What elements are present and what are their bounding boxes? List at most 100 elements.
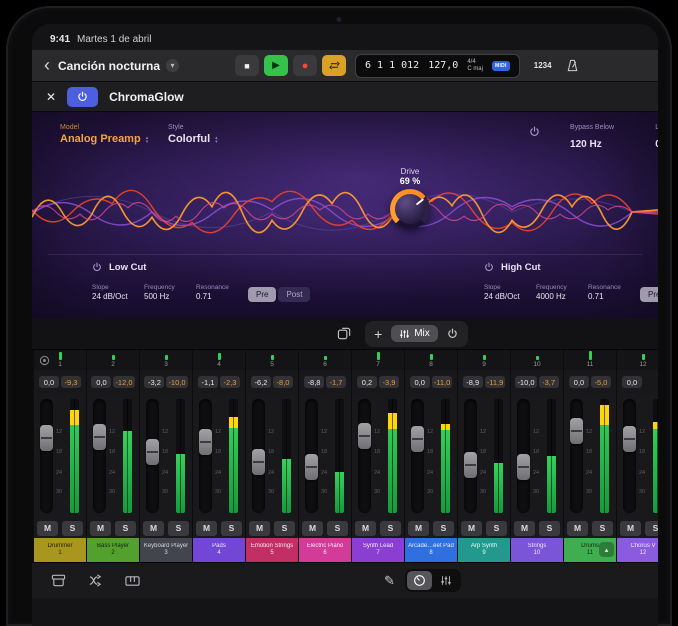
fader-thumb[interactable] xyxy=(464,452,477,478)
volume-value[interactable]: 0,2 xyxy=(357,376,377,388)
stop-button[interactable]: ■ xyxy=(235,55,259,76)
solo-button[interactable]: S xyxy=(592,521,613,536)
stepper-icon[interactable]: ▴▾ xyxy=(215,136,218,144)
fader-track[interactable] xyxy=(464,399,477,513)
mute-button[interactable]: M xyxy=(37,521,58,536)
solo-button[interactable]: S xyxy=(380,521,401,536)
solo-button[interactable]: S xyxy=(486,521,507,536)
level-control[interactable]: Level 0,0 xyxy=(655,124,658,153)
volume-value[interactable]: -1,1 xyxy=(198,376,218,388)
volume-value[interactable]: 0,0 xyxy=(91,376,111,388)
low-cut-power-button[interactable] xyxy=(92,260,102,275)
pan-value[interactable]: -5,0 xyxy=(591,376,611,388)
mixer-view-button[interactable] xyxy=(434,571,459,590)
fader-thumb[interactable] xyxy=(623,426,636,452)
add-track-button[interactable]: + xyxy=(368,326,388,342)
low-cut-resonance[interactable]: Resonance0.71 xyxy=(196,284,243,303)
solo-button[interactable]: S xyxy=(327,521,348,536)
fader-track[interactable] xyxy=(517,399,530,513)
fader-track[interactable] xyxy=(623,399,636,513)
fader-thumb[interactable] xyxy=(305,454,318,480)
pan-value[interactable]: -3,9 xyxy=(379,376,399,388)
high-cut-resonance[interactable]: Resonance0.71 xyxy=(588,284,635,303)
solo-button[interactable]: S xyxy=(433,521,454,536)
track-label[interactable]: Electric Piano 6 xyxy=(299,538,351,562)
high-cut-slope[interactable]: Slope24 dB/Oct xyxy=(484,284,531,303)
mix-view-button[interactable]: Mix xyxy=(391,325,438,342)
solo-button[interactable]: S xyxy=(539,521,560,536)
drive-knob[interactable] xyxy=(390,189,430,229)
solo-button[interactable]: S xyxy=(62,521,83,536)
track-label[interactable]: Synth Lead 7 xyxy=(352,538,404,562)
fader-track[interactable] xyxy=(199,399,212,513)
low-cut-pre-button[interactable]: Pre xyxy=(248,287,276,302)
fader-track[interactable] xyxy=(146,399,159,513)
volume-value[interactable]: -8,9 xyxy=(463,376,483,388)
pan-value[interactable]: -9,3 xyxy=(61,376,81,388)
low-cut-frequency[interactable]: Frequency500 Hz xyxy=(144,284,191,303)
fader-track[interactable] xyxy=(93,399,106,513)
track-label[interactable]: Arp Synth 9 xyxy=(458,538,510,562)
browser-button[interactable] xyxy=(46,570,70,592)
mute-button[interactable]: M xyxy=(567,521,588,536)
track-label[interactable]: Emotion Strings 5 xyxy=(246,538,298,562)
fader-thumb[interactable] xyxy=(411,426,424,452)
volume-value[interactable]: 0,0 xyxy=(39,376,59,388)
high-cut-pre-button[interactable]: Pre xyxy=(640,287,658,302)
volume-value[interactable]: -8,8 xyxy=(304,376,324,388)
style-selector[interactable]: Style Colorful ▴▾ xyxy=(168,124,218,147)
solo-button[interactable]: S xyxy=(274,521,295,536)
mixer-power-button[interactable] xyxy=(441,323,465,345)
close-plugin-button[interactable]: ✕ xyxy=(46,90,56,104)
fader-track[interactable] xyxy=(411,399,424,513)
stepper-icon[interactable]: ▴▾ xyxy=(146,136,149,144)
fader-track[interactable] xyxy=(570,399,583,513)
track-label[interactable]: Pads 4 xyxy=(193,538,245,562)
pan-value[interactable]: -3,7 xyxy=(539,376,559,388)
mute-button[interactable]: M xyxy=(408,521,429,536)
mute-button[interactable]: M xyxy=(143,521,164,536)
low-cut-post-button[interactable]: Post xyxy=(278,287,310,302)
high-cut-frequency[interactable]: Frequency4000 Hz xyxy=(536,284,583,303)
solo-button[interactable]: S xyxy=(168,521,189,536)
cycle-button[interactable] xyxy=(322,55,346,76)
record-button[interactable]: ● xyxy=(293,55,317,76)
fader-track[interactable] xyxy=(40,399,53,513)
routing-button[interactable] xyxy=(83,570,107,592)
track-label[interactable]: Keyboard Player 3 xyxy=(140,538,192,562)
low-cut-slope[interactable]: Slope24 dB/Oct xyxy=(92,284,139,303)
track-label[interactable]: Strings 10 xyxy=(511,538,563,562)
fader-thumb[interactable] xyxy=(93,424,106,450)
volume-value[interactable]: 0,0 xyxy=(569,376,589,388)
pan-value[interactable]: -2,3 xyxy=(220,376,240,388)
mute-button[interactable]: M xyxy=(620,521,641,536)
fader-thumb[interactable] xyxy=(199,429,212,455)
mixer-settings-button[interactable] xyxy=(39,354,50,369)
solo-button[interactable]: S xyxy=(645,521,658,536)
bypass-power-button[interactable] xyxy=(529,125,540,140)
volume-value[interactable]: -10,0 xyxy=(515,376,536,388)
fader-track[interactable] xyxy=(305,399,318,513)
fader-thumb[interactable] xyxy=(358,423,371,449)
high-cut-power-button[interactable] xyxy=(484,260,494,275)
track-label[interactable]: Drums 11 ▴ xyxy=(564,538,616,562)
mute-button[interactable]: M xyxy=(249,521,270,536)
bypass-below-control[interactable]: Bypass Below 120 Hz xyxy=(570,124,614,153)
fader-thumb[interactable] xyxy=(517,454,530,480)
duplicate-button[interactable] xyxy=(332,323,356,345)
collapse-chevron-button[interactable]: ▴ xyxy=(599,542,614,557)
mute-button[interactable]: M xyxy=(461,521,482,536)
fader-thumb[interactable] xyxy=(146,439,159,465)
fader-thumb[interactable] xyxy=(252,449,265,475)
count-in-button[interactable]: 1234 xyxy=(529,61,557,70)
volume-value[interactable]: 0,0 xyxy=(410,376,430,388)
mute-button[interactable]: M xyxy=(196,521,217,536)
volume-value[interactable]: -3,2 xyxy=(144,376,164,388)
keyboard-button[interactable] xyxy=(120,570,144,592)
metronome-button[interactable] xyxy=(562,59,583,72)
track-label[interactable]: Bass Player 2 xyxy=(87,538,139,562)
edit-button[interactable]: ✎ xyxy=(384,573,395,589)
fader-track[interactable] xyxy=(252,399,265,513)
plugin-power-button[interactable] xyxy=(67,87,98,107)
play-button[interactable]: ▶ xyxy=(264,55,288,76)
